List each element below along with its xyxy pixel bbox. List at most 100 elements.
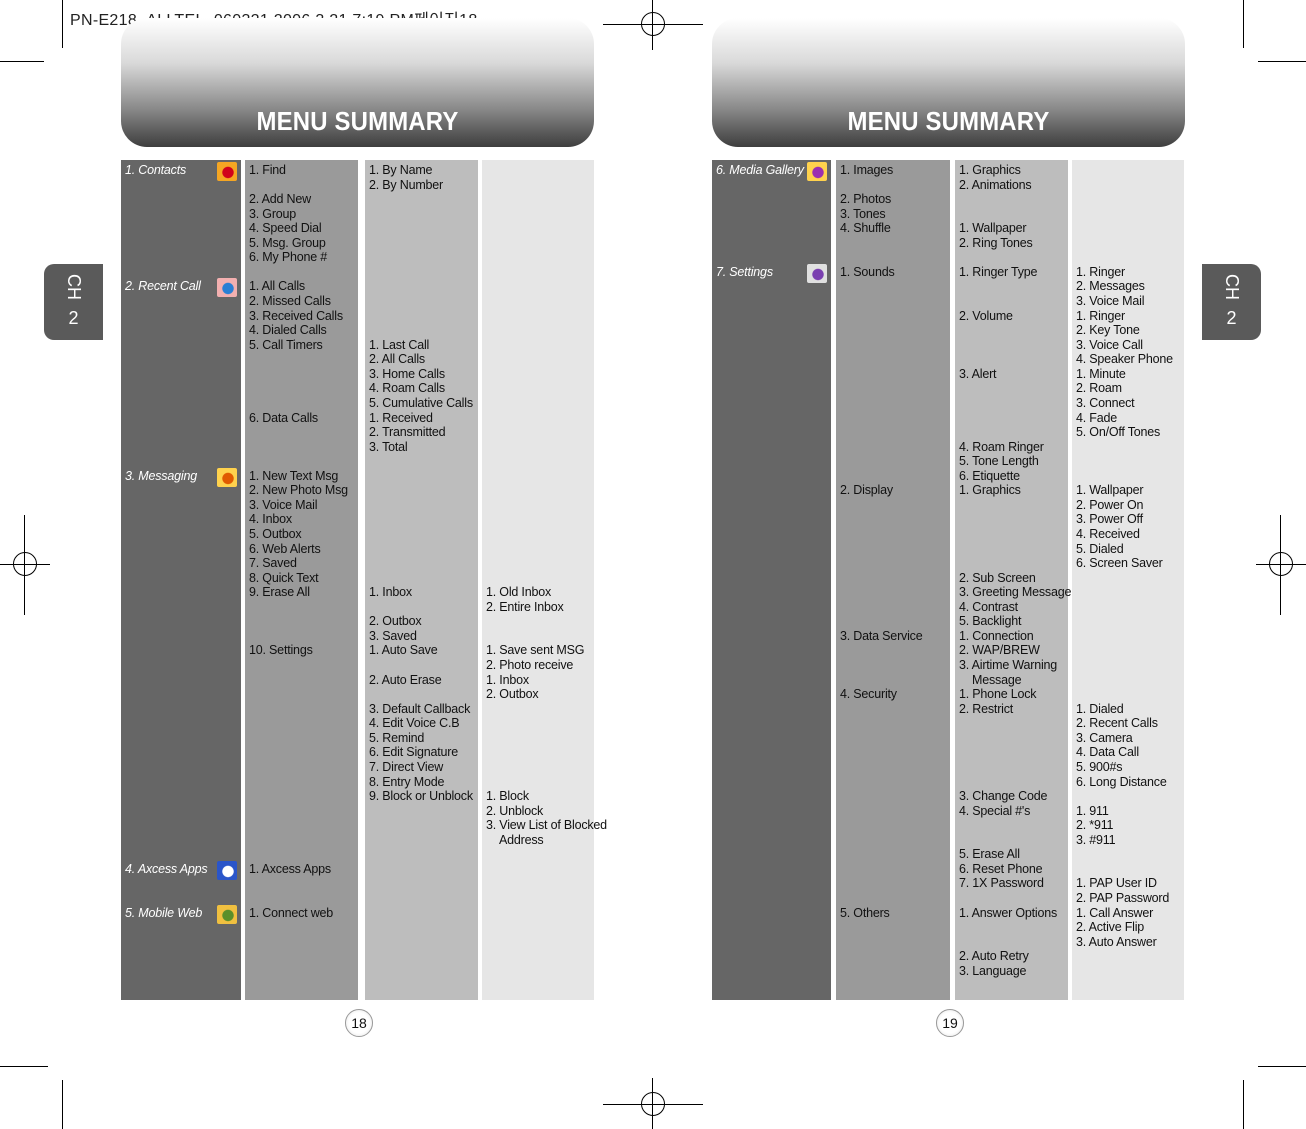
menu-item: 3. Connect (1076, 395, 1135, 410)
chapter-number: 2 (68, 308, 79, 328)
menu-item: 1. Wallpaper (1076, 483, 1144, 498)
menu-item: 3. Tones (840, 206, 886, 221)
registration-mark (641, 1092, 665, 1116)
header-banner: MENU SUMMARY (121, 18, 594, 147)
page-title: MENU SUMMARY (256, 106, 459, 136)
menu-item: 2. Auto Retry (959, 949, 1029, 964)
page-number: 18 (345, 1009, 373, 1037)
menu-item: 1. Old Inbox (486, 585, 552, 600)
settings-icon (807, 263, 827, 283)
menu-item: 4. Axcess Apps (125, 861, 208, 876)
menu-item: 3. #911 (1076, 832, 1116, 847)
menu-item: 3. Greeting Message (959, 585, 1072, 600)
menu-item: 3. Camera (1076, 730, 1133, 745)
menu-item: 1. Received (369, 410, 433, 425)
menu-item: 3. Voice Mail (249, 497, 318, 512)
menu-item: 3. Home Calls (369, 366, 445, 381)
menu-item: 2. Active Flip (1076, 920, 1145, 935)
menu-item: 3. Airtime Warning (959, 658, 1058, 673)
menu-item: 4. Edit Voice C.B (369, 716, 460, 731)
recent-call-icon (217, 278, 237, 298)
menu-item: 6. Etiquette (959, 468, 1020, 483)
menu-item: 1. New Text Msg (249, 468, 339, 483)
crop-mark (62, 0, 63, 48)
menu-item: 4. Security (840, 687, 897, 702)
menu-item: 2. All Calls (369, 352, 425, 367)
registration-mark (1269, 552, 1293, 576)
menu-item: 3. Messaging (125, 468, 197, 483)
menu-item: 1. Wallpaper (959, 221, 1027, 236)
menu-item: 2. Auto Erase (369, 672, 442, 687)
menu-item: 7. Direct View (369, 759, 444, 774)
menu-item: 4. Roam Calls (369, 381, 445, 396)
menu-item: 2. Outbox (486, 687, 539, 702)
menu-item: 4. Contrast (959, 599, 1018, 614)
menu-item: 6. My Phone # (249, 250, 328, 265)
menu-item: 1. Call Answer (1076, 905, 1154, 920)
menu-item: 4. Speed Dial (249, 221, 322, 236)
header-banner: MENU SUMMARY (712, 18, 1185, 147)
menu-item: 1. Save sent MSG (486, 643, 585, 658)
menu-item: 3. Power Off (1076, 512, 1143, 527)
chapter-tab: CH 2 (1202, 264, 1261, 340)
crop-mark (1243, 1080, 1244, 1129)
menu-item: 4. Received (1076, 527, 1140, 541)
menu-item: 2. Add New (249, 192, 311, 207)
menu-item: 2. Key Tone (1076, 323, 1140, 338)
menu-item: 9. Block or Unblock (369, 789, 473, 804)
menu-item: 7. Settings (716, 264, 773, 279)
menu-item: 1. Auto Save (369, 643, 438, 658)
menu-item: 1. Connection (959, 628, 1034, 643)
menu-item: 4. Shuffle (840, 221, 891, 236)
menu-item: 1. Ringer (1076, 264, 1125, 279)
menu-item: 3. View List of Blocked (486, 818, 607, 833)
menu-item: 5. Cumulative Calls (369, 395, 473, 410)
menu-column: 6. Media Gallery 7. Settings (712, 160, 831, 1000)
menu-item: 1. PAP User ID (1076, 876, 1157, 891)
menu-item: 2. Volume (959, 308, 1013, 323)
menu-item: 5. Call Timers (249, 337, 323, 352)
page-title: MENU SUMMARY (847, 106, 1050, 136)
menu-item: 5. Erase All (959, 847, 1020, 862)
menu-item: 3. Language (959, 963, 1027, 978)
menu-item: 1. Connect web (249, 905, 334, 920)
menu-item: 3. Alert (959, 366, 997, 381)
chapter-number: 2 (1226, 308, 1237, 328)
menu-item: 1. Ringer (1076, 308, 1125, 323)
menu-item: 6. Reset Phone (959, 861, 1043, 876)
menu-item: 8. Entry Mode (369, 774, 445, 789)
chapter-tab: CH 2 (44, 264, 103, 340)
menu-item: 1. 911 (1076, 803, 1109, 818)
menu-item: 2. Animations (959, 177, 1032, 192)
menu-item: 4. Fade (1076, 410, 1117, 425)
crop-mark (1243, 0, 1244, 48)
menu-item: 5. Msg. Group (249, 235, 326, 250)
crop-mark (0, 61, 44, 62)
menu-item: 5. Tone Length (959, 454, 1039, 469)
messaging-icon (217, 467, 237, 487)
menu-item: 1. Ringer Type (959, 264, 1038, 279)
sub-submenu-column: 1. By Name 2. By Number 1. Last Call 2. All… (365, 160, 478, 1000)
menu-item: 3. Voice Call (1076, 337, 1143, 352)
menu-item: 4. Roam Ringer (959, 439, 1044, 454)
menu-item: 1. Images (840, 163, 894, 177)
menu-item: 2. WAP/BREW (959, 643, 1040, 658)
menu-item: 1. Graphics (959, 163, 1021, 177)
menu-item: 2. Unblock (486, 803, 544, 818)
chapter-label: CH (1222, 274, 1242, 300)
menu-item: 1. Block (486, 789, 529, 804)
menu-item: 1. Graphics (959, 483, 1021, 498)
menu-item: 5. Mobile Web (125, 905, 203, 920)
menu-item: 2. Transmitted (369, 425, 446, 440)
menu-item: 1. Sounds (840, 264, 895, 279)
registration-mark (641, 12, 665, 36)
menu-item: 3. Saved (369, 628, 417, 643)
menu-item: 2. *911 (1076, 818, 1114, 833)
menu-item: Message (972, 672, 1022, 687)
menu-item: 6. Screen Saver (1076, 556, 1163, 571)
menu-item: 1. Find (249, 163, 286, 177)
menu-item: 8. Quick Text (249, 570, 319, 585)
menu-item: 5. Backlight (959, 614, 1022, 629)
crop-mark (62, 1080, 63, 1129)
menu-item: 2. Roam (1076, 381, 1122, 396)
